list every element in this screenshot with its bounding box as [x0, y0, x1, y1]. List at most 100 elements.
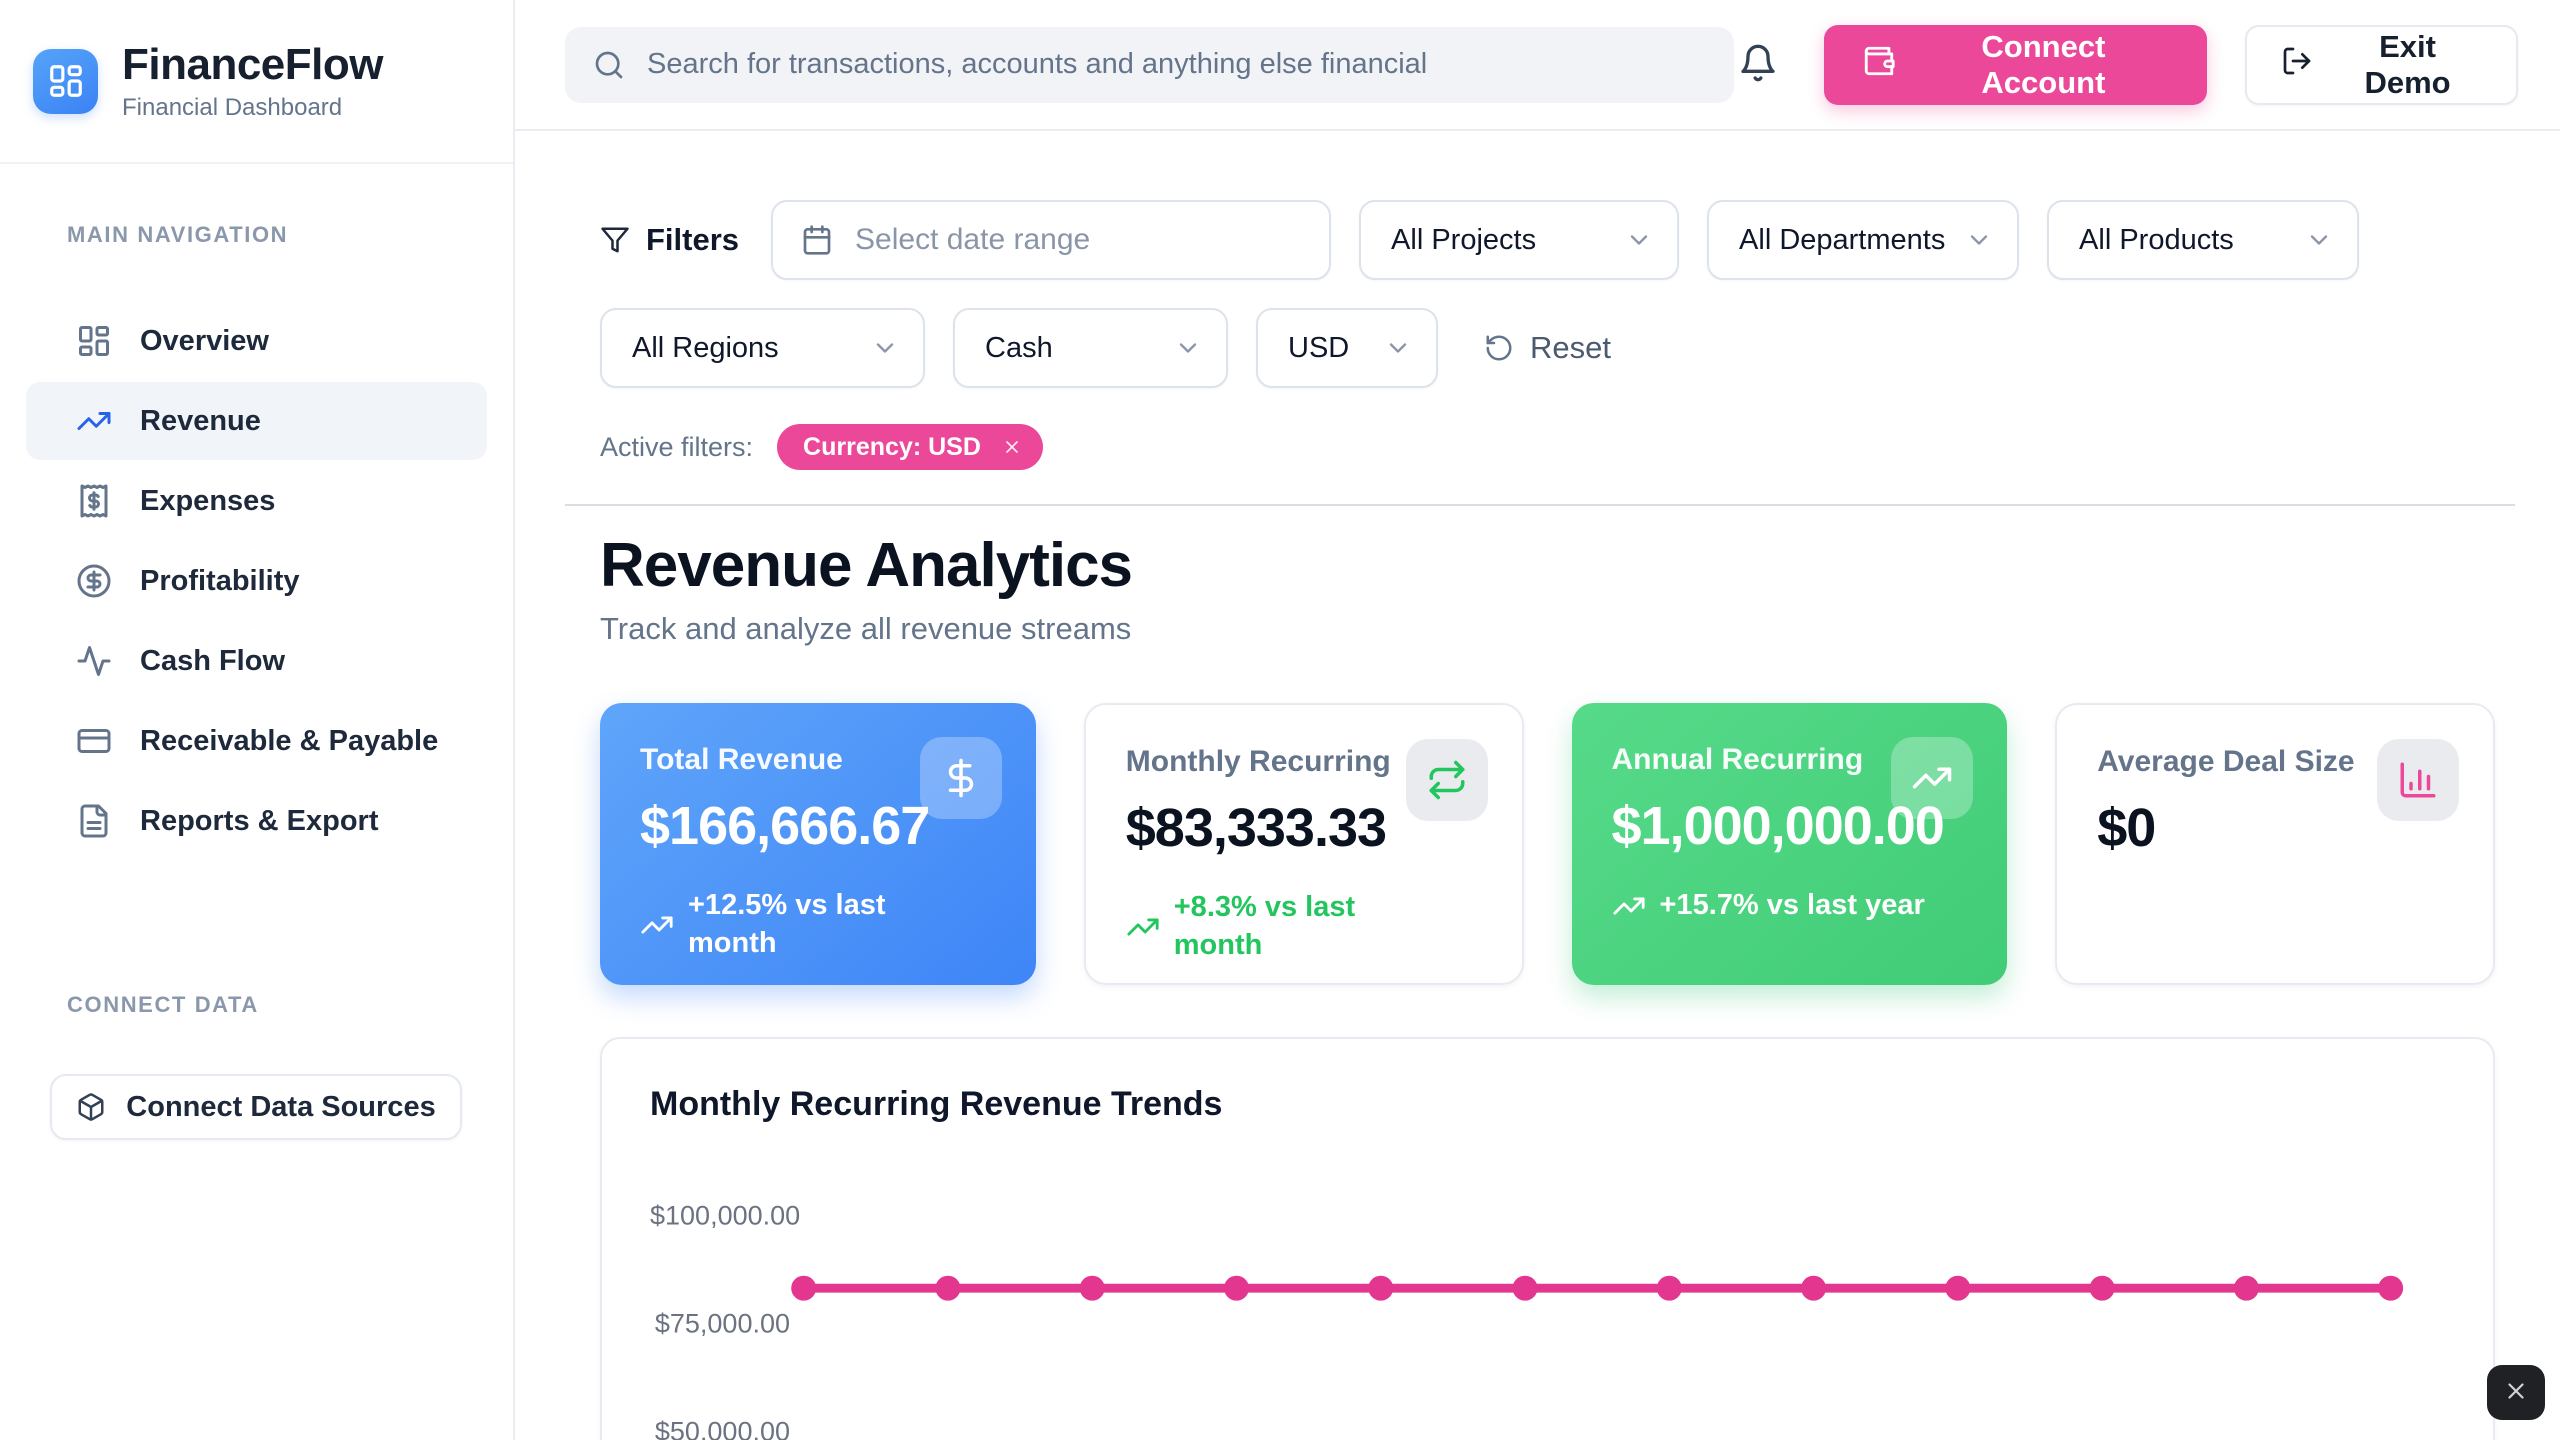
circle-dollar-icon: [76, 563, 112, 599]
stat-delta: +15.7% vs last year: [1612, 887, 1968, 925]
chevron-down-icon: [1174, 334, 1202, 362]
date-range-placeholder: Select date range: [855, 223, 1090, 257]
sidebar-item-cash-flow[interactable]: Cash Flow: [26, 622, 487, 700]
currency-dropdown[interactable]: USD: [1256, 308, 1438, 388]
exit-demo-button[interactable]: Exit Demo: [2245, 25, 2518, 105]
brand: FinanceFlow Financial Dashboard: [0, 0, 513, 164]
accounting-basis-dropdown[interactable]: Cash: [953, 308, 1228, 388]
projects-dropdown[interactable]: All Projects: [1359, 200, 1679, 280]
stat-card-total-revenue: Total Revenue $166,666.67 +12.5% vs last…: [600, 703, 1036, 985]
trending-up-icon: [1126, 910, 1160, 944]
departments-dropdown[interactable]: All Departments: [1707, 200, 2019, 280]
brand-logo-icon: [33, 49, 98, 114]
date-range-input[interactable]: Select date range: [771, 200, 1331, 280]
chart-title: Monthly Recurring Revenue Trends: [602, 1039, 2493, 1124]
reset-filters-button[interactable]: Reset: [1484, 330, 1611, 366]
chevron-down-icon: [2305, 226, 2333, 254]
data-point: [1224, 1276, 1249, 1301]
stat-card-monthly-recurring: Monthly Recurring $83,333.33 +8.3% vs la…: [1084, 703, 1524, 985]
chevron-down-icon: [1625, 226, 1653, 254]
file-text-icon: [76, 803, 112, 839]
search-input[interactable]: [565, 27, 1734, 103]
remove-filter-icon[interactable]: [997, 432, 1027, 462]
regions-dropdown[interactable]: All Regions: [600, 308, 925, 388]
bell-icon: [1738, 43, 1778, 86]
chart-plot: $100,000.00$75,000.00$50,000.00: [602, 1172, 2493, 1440]
stat-delta: +12.5% vs last month: [640, 887, 996, 962]
data-point: [1945, 1276, 1970, 1301]
app-root: FinanceFlow Financial Dashboard MAIN NAV…: [0, 0, 2560, 1440]
data-point: [2234, 1276, 2259, 1301]
connect-data-sources-label: Connect Data Sources: [126, 1091, 435, 1124]
active-filters-label: Active filters:: [600, 432, 753, 463]
dollar-sign-icon: [920, 737, 1002, 819]
rotate-ccw-icon: [1484, 333, 1514, 363]
search-icon: [593, 49, 625, 81]
sidebar-item-expenses[interactable]: Expenses: [26, 462, 487, 540]
sidebar-nav: Overview Revenue: [26, 302, 487, 860]
brand-name: FinanceFlow: [122, 40, 383, 90]
trending-up-icon: [640, 908, 674, 942]
sidebar-item-label: Expenses: [140, 485, 275, 518]
receipt-icon: [76, 483, 112, 519]
exit-demo-label: Exit Demo: [2333, 29, 2482, 101]
sidebar-item-overview[interactable]: Overview: [26, 302, 487, 380]
sidebar-item-label: Revenue: [140, 405, 261, 438]
data-point: [1657, 1276, 1682, 1301]
data-point: [1513, 1276, 1538, 1301]
wallet-icon: [1862, 44, 1896, 86]
data-point: [2378, 1276, 2403, 1301]
data-point: [2090, 1276, 2115, 1301]
trending-up-icon: [1612, 889, 1646, 923]
topbar: Connect Account Exit Demo: [515, 0, 2560, 131]
sidebar-item-label: Profitability: [140, 565, 300, 598]
stat-card-average-deal-size: Average Deal Size $0: [2055, 703, 2495, 985]
trending-up-icon: [1891, 737, 1973, 819]
currency-filter-chip: Currency: USD: [777, 424, 1043, 470]
connect-account-button[interactable]: Connect Account: [1824, 25, 2207, 105]
main-content: Filters Select date range All Projects A…: [515, 131, 2560, 1440]
sidebar-section-main-navigation: MAIN NAVIGATION: [67, 222, 487, 248]
stat-cards-row: Total Revenue $166,666.67 +12.5% vs last…: [600, 703, 2495, 985]
sidebar-section-connect-data: CONNECT DATA: [67, 992, 487, 1018]
stat-delta: +8.3% vs last month: [1126, 889, 1482, 964]
calendar-icon: [801, 224, 833, 256]
bar-chart-icon: [2377, 739, 2459, 821]
sidebar-item-revenue[interactable]: Revenue: [26, 382, 487, 460]
sidebar-item-reports-export[interactable]: Reports & Export: [26, 782, 487, 860]
repeat-icon: [1406, 739, 1488, 821]
activity-icon: [76, 643, 112, 679]
sidebar-item-label: Overview: [140, 325, 269, 358]
data-point: [791, 1276, 816, 1301]
mrr-line-series: [602, 1172, 2493, 1440]
stat-card-annual-recurring: Annual Recurring $1,000,000.00 +15.7% vs…: [1572, 703, 2008, 985]
sidebar-item-label: Receivable & Payable: [140, 725, 438, 758]
products-dropdown[interactable]: All Products: [2047, 200, 2359, 280]
layout-dashboard-icon: [76, 323, 112, 359]
trending-up-icon: [76, 403, 112, 439]
data-point: [1080, 1276, 1105, 1301]
data-point: [935, 1276, 960, 1301]
sidebar-item-label: Reports & Export: [140, 805, 378, 838]
page-subtitle: Track and analyze all revenue streams: [600, 611, 2495, 647]
notifications-button[interactable]: [1734, 41, 1781, 89]
close-icon: [2503, 1378, 2529, 1407]
filters-title: Filters: [600, 222, 743, 258]
connect-account-label: Connect Account: [1918, 29, 2169, 101]
sidebar-item-receivable-payable[interactable]: Receivable & Payable: [26, 702, 487, 780]
section-divider: [565, 504, 2515, 506]
connect-data-sources-button[interactable]: Connect Data Sources: [50, 1074, 462, 1140]
chevron-down-icon: [1965, 226, 1993, 254]
sidebar-item-profitability[interactable]: Profitability: [26, 542, 487, 620]
active-filters-row: Active filters: Currency: USD: [600, 424, 2495, 470]
chevron-down-icon: [871, 334, 899, 362]
funnel-icon: [600, 225, 630, 255]
log-out-icon: [2281, 45, 2313, 85]
data-point: [1801, 1276, 1826, 1301]
data-point: [1368, 1276, 1393, 1301]
filters-row-2: All Regions Cash USD Reset: [600, 308, 2495, 388]
filters-row-1: Filters Select date range All Projects A…: [600, 200, 2495, 280]
close-overlay-button[interactable]: [2487, 1365, 2545, 1420]
sidebar-item-label: Cash Flow: [140, 645, 285, 678]
global-search: [565, 27, 1734, 103]
